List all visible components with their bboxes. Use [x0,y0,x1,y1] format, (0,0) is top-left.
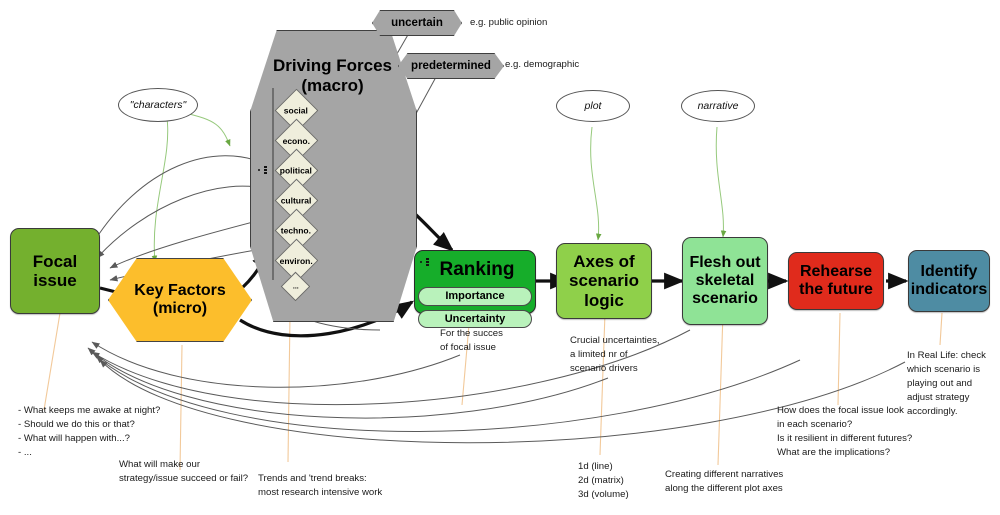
diagram-canvas: Driving Forces (macro) social econo. pol… [0,0,1000,515]
tag-predetermined[interactable]: predetermined [398,53,504,79]
note-dimensions: 1d (line) 2d (matrix) 3d (volume) [578,461,629,500]
ellipse-plot-label: plot [584,100,602,112]
driving-force-label: cultural [281,195,312,206]
driving-force-label: techno. [281,225,312,236]
driving-force-label: environ. [279,255,314,266]
node-axes-of-scenario-logic[interactable]: Axes of scenario logic [556,243,652,319]
driving-forces-label: Driving Forces (macro) [272,56,393,95]
ranking-pill-uncertainty[interactable]: Uncertainty [418,309,532,328]
ellipse-narrative-label: narrative [697,100,739,112]
node-key-factors[interactable]: Key Factors (micro) [108,258,252,342]
note-flesh-out: Creating different narratives along the … [665,469,784,494]
driving-forces-divider [272,88,274,280]
node-focal-issue[interactable]: Focal issue [10,228,100,314]
ranking-pill-importance[interactable]: Importance [418,287,532,306]
tag-predetermined-label: predetermined [411,60,491,72]
uncertain-example-note: e.g. public opinion [470,17,548,28]
note-axes: Crucial uncertainties, a limited nr of s… [570,335,660,374]
node-key-factors-label: Key Factors (micro) [134,281,226,317]
tag-uncertain[interactable]: uncertain [372,10,462,36]
node-rehearse-label: Rehearse the future [799,263,873,298]
node-focal-issue-label: Focal issue [32,251,78,290]
ranking-marker-icon [420,258,434,269]
node-axes-label: Axes of scenario logic [569,252,639,310]
node-ranking-label: Ranking [439,259,515,280]
note-ranking: For the succes of focal issue [440,328,503,353]
node-identify-indicators[interactable]: Identify indicators [908,250,990,312]
note-identify: In Real Life: check which scenario is pl… [907,350,986,417]
note-rehearse: How does the focal issue look in each sc… [777,405,913,458]
ellipse-narrative[interactable]: narrative [681,90,755,122]
driving-force-label: econo. [282,135,311,146]
tag-uncertain-label: uncertain [391,17,443,29]
predetermined-example-note: e.g. demographic [505,59,580,70]
driving-forces-marker-icon [258,166,272,177]
node-flesh-out-label: Flesh out skeletal scenario [689,254,761,307]
driving-force-label: ... [292,283,299,290]
node-rehearse-the-future[interactable]: Rehearse the future [788,252,884,310]
note-driving-forces: Trends and 'trend breaks: most research … [258,473,383,498]
node-flesh-out-skeletal-scenario[interactable]: Flesh out skeletal scenario [682,237,768,325]
node-identify-label: Identify indicators [910,263,988,298]
driving-force-label: social [284,105,309,116]
note-focal-questions: - What keeps me awake at night? - Should… [18,405,161,458]
ellipse-plot[interactable]: plot [556,90,630,122]
ellipse-characters-label: "characters" [129,99,187,111]
ellipse-characters[interactable]: "characters" [118,88,198,122]
note-key-factors: What will make our strategy/issue succee… [119,459,249,484]
driving-force-label: political [280,165,313,176]
